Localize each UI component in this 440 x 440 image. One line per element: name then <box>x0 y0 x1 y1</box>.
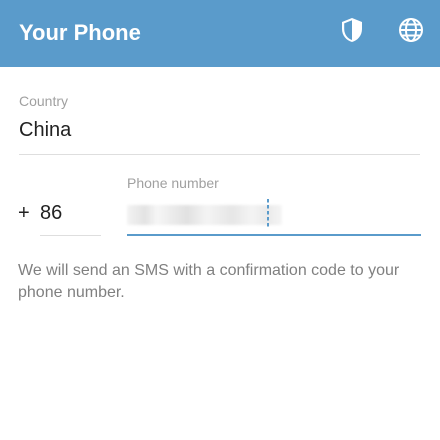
country-code-value: 86 <box>40 202 63 224</box>
country-code-divider <box>40 235 101 236</box>
country-label: Country <box>19 93 69 109</box>
country-divider <box>19 154 420 155</box>
globe-icon <box>398 17 424 48</box>
text-cursor <box>267 199 269 227</box>
login-phone-screen: Your Phone Country China + 86 Phone numb… <box>0 0 440 440</box>
country-value: China <box>19 119 72 141</box>
country-selector[interactable]: Country China <box>0 80 440 160</box>
shield-icon <box>340 17 364 48</box>
page-title: Your Phone <box>19 20 141 45</box>
country-code-input[interactable]: 86 <box>40 190 102 238</box>
phone-number-input[interactable]: Phone number <box>127 170 421 238</box>
plus-sign: + <box>18 202 30 224</box>
phone-number-label: Phone number <box>127 175 219 191</box>
sms-info-text: We will send an SMS with a confirmation … <box>18 262 400 301</box>
shield-button[interactable] <box>337 17 367 47</box>
top-bar: Your Phone <box>0 0 440 67</box>
language-button[interactable] <box>396 17 426 47</box>
phone-number-underline <box>127 234 421 236</box>
phone-number-obscured-value <box>127 205 282 225</box>
